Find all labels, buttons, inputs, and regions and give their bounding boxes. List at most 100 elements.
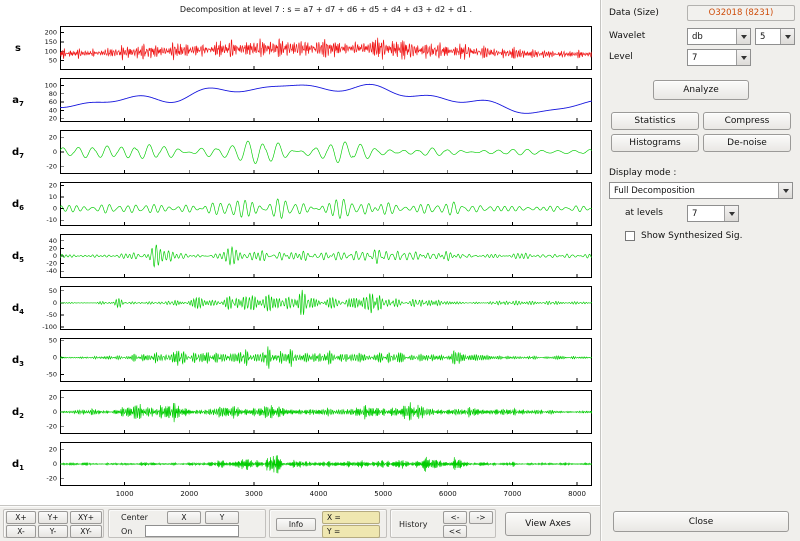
plot-row-a7: a720406080100 <box>0 76 600 128</box>
show-synthesized-label: Show Synthesized Sig. <box>641 231 742 241</box>
y-position-display[interactable]: Y = <box>322 525 380 538</box>
history-group: History <- -> << <box>390 509 496 538</box>
y-tick-label: 100 <box>45 47 57 55</box>
history-prev-button[interactable]: <- <box>443 511 467 524</box>
plot-axis-label-s: s <box>15 43 21 54</box>
x-tick-label: 4000 <box>310 490 328 498</box>
y-tick-label: 40 <box>49 237 57 245</box>
plot-row-d4: d4-100-50050 <box>0 284 600 336</box>
plot-row-d6: d6-1001020 <box>0 180 600 232</box>
plot-frame <box>61 339 592 382</box>
level-value: 7 <box>688 53 697 63</box>
x-tick-label: 5000 <box>374 490 392 498</box>
level-select[interactable]: 7 <box>687 49 751 66</box>
wavelet-label: Wavelet <box>609 31 645 41</box>
y-tick-label: -50 <box>46 371 57 379</box>
plot-row-d3: d3-50050 <box>0 336 600 388</box>
y-tick-label: 0 <box>53 354 57 362</box>
wavelet-1d-window: Decomposition at level 7 : s = a7 + d7 +… <box>0 0 800 541</box>
info-button[interactable]: Info <box>276 518 316 531</box>
chevron-down-icon <box>778 183 792 198</box>
zoom-xy-minus-button[interactable]: XY- <box>70 525 102 538</box>
zoom-group: X+ Y+ XY+ X- Y- XY- <box>3 509 104 538</box>
wavelet-number-select[interactable]: 5 <box>755 28 795 45</box>
wavelet-family-value: db <box>688 32 703 42</box>
zoom-x-minus-button[interactable]: X- <box>6 525 36 538</box>
y-tick-label: 150 <box>45 38 57 46</box>
plot-frame <box>61 131 592 174</box>
y-tick-label: -10 <box>46 216 57 224</box>
x-position-display[interactable]: X = <box>322 511 380 524</box>
zoom-y-plus-button[interactable]: Y+ <box>38 511 68 524</box>
denoise-button[interactable]: De-noise <box>703 134 791 152</box>
zoom-xy-plus-button[interactable]: XY+ <box>70 511 102 524</box>
y-tick-label: 0 <box>53 299 57 307</box>
chevron-down-icon <box>736 29 750 44</box>
y-tick-label: 200 <box>45 29 57 37</box>
compress-button[interactable]: Compress <box>703 112 791 130</box>
y-tick-label: 50 <box>49 337 57 345</box>
data-size-label: Data (Size) <box>609 8 659 18</box>
plot-frame <box>61 79 592 122</box>
plot-axis-label-a7: a7 <box>12 95 24 108</box>
zoom-x-plus-button[interactable]: X+ <box>6 511 36 524</box>
at-levels-select[interactable]: 7 <box>687 205 739 222</box>
info-group: Info X = Y = <box>269 509 387 538</box>
x-tick-label: 8000 <box>568 490 586 498</box>
plot-axis-label-d5: d5 <box>12 251 24 264</box>
y-tick-label: 10 <box>49 193 57 201</box>
y-tick-label: 0 <box>53 408 57 416</box>
plot-axis-label-d4: d4 <box>12 303 24 316</box>
x-tick-label: 3000 <box>245 490 263 498</box>
y-tick-label: 0 <box>53 205 57 213</box>
center-y-button[interactable]: Y <box>205 511 239 524</box>
y-tick-label: 20 <box>49 244 57 252</box>
plot-row-d5: d5 -40-2002040 <box>0 232 600 284</box>
center-x-button[interactable]: X <box>167 511 201 524</box>
y-tick-label: -20 <box>46 260 57 268</box>
center-on-input[interactable] <box>145 525 239 537</box>
y-tick-label: 0 <box>53 148 57 156</box>
x-tick-label: 2000 <box>180 490 198 498</box>
histograms-button[interactable]: Histograms <box>611 134 699 152</box>
y-tick-label: 50 <box>49 57 57 65</box>
x-tick-label: 6000 <box>439 490 457 498</box>
y-tick-label: 60 <box>49 98 57 106</box>
plot-row-s: s 50 100150200 <box>0 24 600 76</box>
y-tick-label: 0 <box>53 460 57 468</box>
display-mode-value: Full Decomposition <box>610 186 695 196</box>
show-synthesized-checkbox[interactable] <box>625 231 635 241</box>
plot-axis-label-d2: d2 <box>12 407 24 420</box>
on-label: On <box>121 527 132 536</box>
history-label: History <box>399 520 427 529</box>
y-tick-label: 0 <box>53 252 57 260</box>
data-size-value[interactable]: O32018 (8231) <box>687 5 795 21</box>
chevron-down-icon <box>724 206 738 221</box>
plot-frame <box>61 183 592 226</box>
wavelet-family-select[interactable]: db <box>687 28 751 45</box>
close-button[interactable]: Close <box>613 511 789 532</box>
history-all-button[interactable]: << <box>443 525 467 538</box>
view-axes-button[interactable]: View Axes <box>505 512 591 536</box>
plot-frame <box>61 287 592 330</box>
y-tick-label: -20 <box>46 423 57 431</box>
y-tick-label: 40 <box>49 106 57 114</box>
plot-frame <box>61 235 592 278</box>
x-tick-label: 1000 <box>116 490 134 498</box>
plot-axis-label-d7: d7 <box>12 147 24 160</box>
analyze-button[interactable]: Analyze <box>653 80 749 100</box>
plots-area: s50100150200a720406080100d7-20020d6-1001… <box>0 0 600 505</box>
decomposition-panel: Decomposition at level 7 : s = a7 + d7 +… <box>0 0 600 505</box>
control-panel: Data (Size) O32018 (8231) Wavelet db 5 L… <box>600 0 800 541</box>
history-next-button[interactable]: -> <box>469 511 493 524</box>
plot-axis-label-d6: d6 <box>12 199 24 212</box>
y-tick-label: -100 <box>42 323 57 331</box>
statistics-button[interactable]: Statistics <box>611 112 699 130</box>
zoom-y-minus-button[interactable]: Y- <box>38 525 68 538</box>
y-tick-label: 20 <box>49 393 57 401</box>
at-levels-value: 7 <box>688 209 697 219</box>
y-tick-label: 20 <box>49 115 57 123</box>
x-axis-labels: 10002000300040005000600070008000 <box>0 486 600 500</box>
display-mode-select[interactable]: Full Decomposition <box>609 182 793 199</box>
y-tick-label: -40 <box>46 267 57 275</box>
